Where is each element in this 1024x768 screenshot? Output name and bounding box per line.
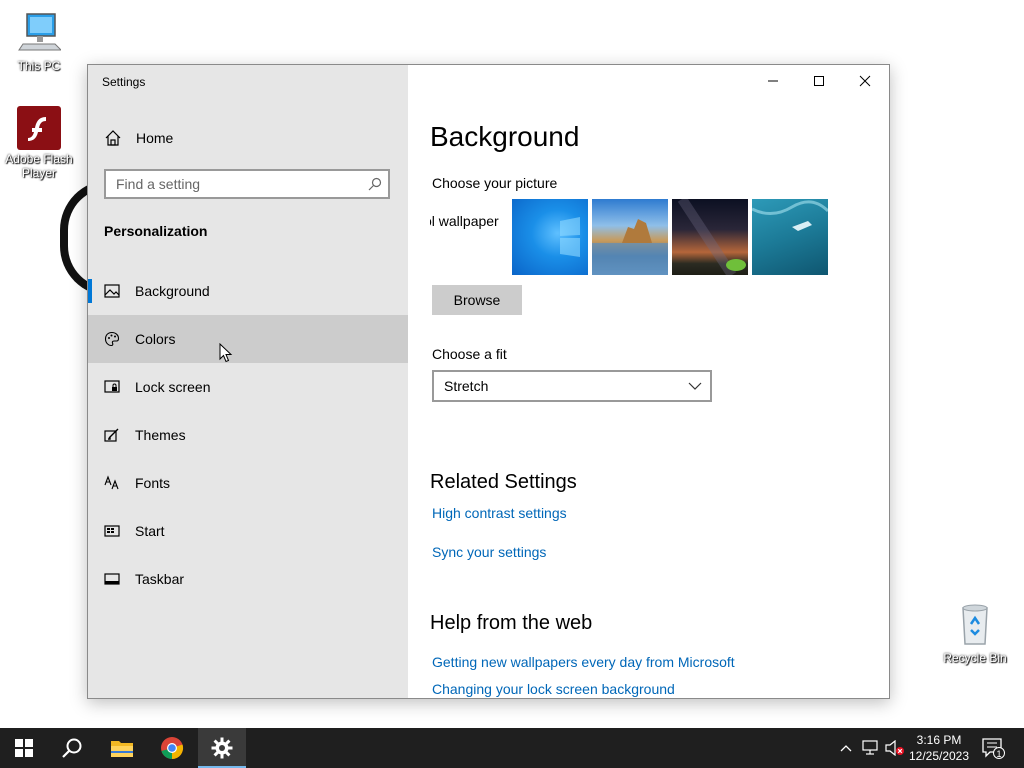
flash-icon: [17, 106, 61, 150]
recycle-bin-icon: [962, 604, 988, 645]
desktop-icon-label: This PC: [17, 59, 61, 73]
picture-thumbnail-night-sky[interactable]: [672, 196, 748, 278]
sidebar-home-label: Home: [136, 130, 174, 146]
new-wallpapers-link[interactable]: Getting new wallpapers every day from Mi…: [432, 654, 735, 670]
network-tray-button[interactable]: [860, 728, 882, 768]
notification-center-button[interactable]: 1: [980, 728, 1006, 768]
chevron-up-icon: [840, 745, 852, 752]
home-icon: [105, 130, 121, 146]
clock[interactable]: 3:16 PM 12/25/2023: [906, 728, 972, 768]
volume-muted-icon: [885, 740, 904, 756]
sidebar-item-start[interactable]: Start: [88, 507, 408, 555]
notification-count: 1: [996, 749, 1002, 759]
page-title: Background: [430, 121, 580, 152]
sidebar-item-label: Fonts: [135, 475, 171, 491]
sidebar-item-colors[interactable]: Colors: [88, 315, 408, 363]
taskbar-search-button[interactable]: [48, 728, 96, 768]
desktop-icon-this-pc[interactable]: This PC: [3, 10, 75, 73]
sidebar-item-label: Taskbar: [135, 571, 185, 587]
search-icon: [62, 738, 82, 758]
search-box[interactable]: [104, 169, 390, 199]
section-title: Personalization: [104, 223, 208, 239]
sidebar-item-taskbar[interactable]: Taskbar: [88, 555, 408, 603]
sidebar-item-background[interactable]: Background: [88, 267, 408, 315]
clock-time: 3:16 PM: [916, 733, 962, 747]
settings-window: Settings Home Personalization Background: [87, 64, 890, 699]
high-contrast-link[interactable]: High contrast settings: [432, 505, 567, 521]
window-title: Settings: [102, 75, 146, 89]
sidebar-item-label: Colors: [135, 331, 176, 347]
sidebar-item-fonts[interactable]: Fonts: [88, 459, 408, 507]
picture-thumbnail-recent[interactable]: ol wallpaper: [430, 199, 506, 275]
picture-thumbnail-underwater[interactable]: [751, 199, 830, 275]
desktop-icon-label: Adobe Flash Player: [5, 152, 73, 180]
desktop-icon-recycle-bin[interactable]: Recycle Bin: [939, 602, 1011, 665]
computer-icon: [18, 13, 63, 51]
taskbar-settings[interactable]: [198, 728, 246, 768]
help-web-title: Help from the web: [430, 612, 593, 634]
taskbar-icon: [104, 573, 120, 585]
start-icon: [104, 525, 120, 537]
sidebar-home[interactable]: Home: [88, 121, 408, 155]
palette-icon: [104, 331, 120, 347]
search-input[interactable]: [106, 171, 356, 197]
lock-screen-icon: [104, 380, 120, 393]
night-sky-image: [677, 196, 746, 278]
picture-thumbnail-beach[interactable]: [592, 199, 668, 275]
chevron-down-icon: [688, 382, 702, 390]
chrome-icon: [161, 737, 184, 760]
windows-logo-image: [560, 217, 580, 257]
gear-icon: [211, 737, 233, 759]
mouse-cursor-icon: [219, 343, 233, 363]
taskbar-file-explorer[interactable]: [98, 728, 146, 768]
settings-sidebar: Settings Home Personalization Background: [88, 65, 408, 698]
network-icon: [862, 740, 878, 755]
choose-fit-label: Choose a fit: [432, 346, 507, 362]
windows-start-icon: [15, 739, 33, 757]
fit-dropdown-value: Stretch: [444, 378, 489, 394]
font-icon: [104, 475, 119, 490]
desktop-icon-label: Recycle Bin: [943, 651, 1007, 665]
taskbar-chrome[interactable]: [148, 728, 196, 768]
desktop-icon-adobe-flash[interactable]: Adobe Flash Player: [3, 106, 75, 180]
sync-settings-link[interactable]: Sync your settings: [432, 544, 546, 560]
lock-screen-background-link[interactable]: Changing your lock screen background: [432, 681, 675, 697]
start-button[interactable]: [0, 728, 48, 768]
picture-icon: [104, 284, 120, 298]
underwater-image: [751, 200, 830, 231]
sidebar-item-label: Themes: [135, 427, 186, 443]
sidebar-item-label: Background: [135, 283, 210, 299]
brush-icon: [104, 428, 119, 442]
sidebar-item-lock-screen[interactable]: Lock screen: [88, 363, 408, 411]
browse-button[interactable]: Browse: [432, 285, 522, 315]
related-settings-title: Related Settings: [430, 471, 577, 493]
taskbar: 3:16 PM 12/25/2023 1: [0, 728, 1024, 768]
settings-content: Background Choose your picture ol wallpa…: [408, 65, 889, 698]
volume-tray-button[interactable]: [884, 728, 906, 768]
picture-thumbnail-windows[interactable]: [512, 199, 588, 275]
sidebar-item-label: Lock screen: [135, 379, 211, 395]
sidebar-item-themes[interactable]: Themes: [88, 411, 408, 459]
search-icon: [368, 177, 382, 191]
clock-date: 12/25/2023: [908, 749, 970, 763]
beach-image: [592, 219, 668, 275]
choose-picture-label: Choose your picture: [432, 175, 558, 191]
thumbnail-text: ol wallpaper: [430, 213, 499, 229]
folder-icon: [111, 741, 133, 757]
sidebar-item-label: Start: [135, 523, 165, 539]
show-hidden-icons-button[interactable]: [836, 728, 856, 768]
fit-dropdown[interactable]: Stretch: [432, 370, 712, 402]
